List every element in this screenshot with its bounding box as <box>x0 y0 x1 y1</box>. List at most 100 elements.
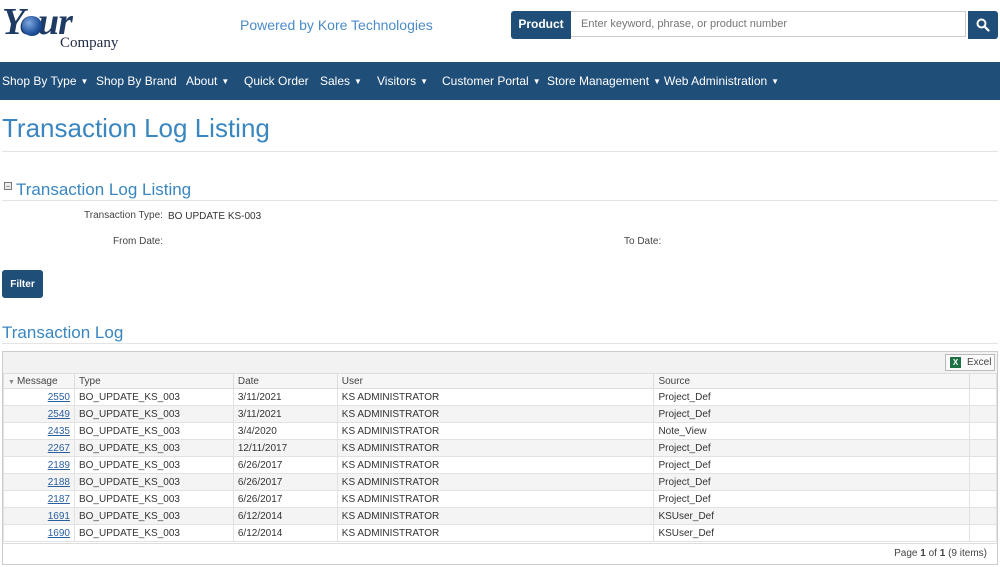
divider <box>3 543 997 544</box>
message-link[interactable]: 2435 <box>48 426 70 437</box>
table-row: 2435 BO_UPDATE_KS_003 3/4/2020 KS ADMINISTR… <box>3 422 997 440</box>
cell-source: Project_Def <box>653 456 970 474</box>
cell-source: Project_Def <box>653 473 970 491</box>
grid-toolbar: X Excel <box>3 352 997 374</box>
chevron-down-icon: ▼ <box>80 76 89 86</box>
cell-type: BO_UPDATE_KS_003 <box>73 388 234 406</box>
column-header-type[interactable]: Type <box>73 373 234 389</box>
excel-export-button[interactable]: X Excel <box>945 354 995 371</box>
cell-message: 2187 <box>3 490 75 508</box>
collapse-toggle-icon[interactable]: − <box>4 182 12 191</box>
excel-label: Excel <box>967 357 992 368</box>
nav-shop-by-brand[interactable]: Shop By Brand <box>96 62 177 100</box>
cell-message: 2550 <box>3 388 75 406</box>
pager-of: of <box>928 548 937 559</box>
cell-message: 2267 <box>3 439 75 457</box>
cell-user: KS ADMINISTRATOR <box>336 524 655 542</box>
nav-label: Customer Portal <box>442 74 529 88</box>
chevron-down-icon: ▼ <box>221 76 230 86</box>
search-icon <box>976 18 990 32</box>
cell-date: 6/26/2017 <box>232 473 338 491</box>
column-header-message[interactable]: ▼ Message <box>3 373 75 389</box>
chevron-down-icon: ▼ <box>771 76 780 86</box>
cell-type: BO_UPDATE_KS_003 <box>73 439 234 457</box>
cell-date: 3/4/2020 <box>232 422 338 440</box>
nav-store-management[interactable]: Store Management ▼ <box>547 62 661 100</box>
column-header-date[interactable]: Date <box>232 373 338 389</box>
search-button[interactable] <box>968 11 998 39</box>
transaction-log-table: ▼ Message Type Date User Source 2550 BO_UP… <box>3 373 997 542</box>
nav-label: Shop By Type <box>2 74 77 88</box>
filter-section-title: Transaction Log Listing <box>16 180 192 199</box>
filter-button[interactable]: Filter <box>2 270 43 298</box>
column-header-source[interactable]: Source <box>653 373 970 389</box>
table-row: 2550 BO_UPDATE_KS_003 3/11/2021 KS ADMINIST… <box>3 388 997 406</box>
cell-user: KS ADMINISTRATOR <box>336 388 655 406</box>
nav-label: Store Management <box>547 74 650 88</box>
message-link[interactable]: 1691 <box>48 511 70 522</box>
nav-about[interactable]: About ▼ <box>186 62 229 100</box>
search-category-dropdown[interactable]: Product ▼ <box>511 11 571 55</box>
nav-label: Web Administration <box>664 74 768 88</box>
cell-user: KS ADMINISTRATOR <box>336 507 655 525</box>
cell-spacer <box>969 507 997 525</box>
company-logo[interactable]: Your Company <box>2 2 118 54</box>
cell-spacer <box>969 473 997 491</box>
nav-visitors[interactable]: Visitors ▼ <box>377 62 428 100</box>
logo-company-text: Company <box>60 35 119 51</box>
message-link[interactable]: 2549 <box>48 409 70 420</box>
pager-current-page: 1 <box>920 548 926 559</box>
pager-prefix: Page <box>894 548 918 559</box>
from-date-label: From Date: <box>113 236 164 247</box>
cell-date: 6/26/2017 <box>232 490 338 508</box>
pager-total-pages: 1 <box>939 548 946 559</box>
column-header-user[interactable]: User <box>336 373 655 389</box>
cell-spacer <box>969 490 997 508</box>
search-bar: Product ▼ <box>511 11 998 55</box>
nav-sales[interactable]: Sales ▼ <box>320 62 362 100</box>
chevron-down-icon: ▼ <box>539 45 547 55</box>
cell-spacer <box>969 439 997 457</box>
nav-web-administration[interactable]: Web Administration ▼ <box>664 62 779 100</box>
cell-type: BO_UPDATE_KS_003 <box>73 456 234 474</box>
cell-message: 2188 <box>3 473 75 491</box>
message-link[interactable]: 2188 <box>48 477 70 488</box>
chevron-down-icon: ▼ <box>532 76 541 86</box>
nav-shop-by-type[interactable]: Shop By Type ▼ <box>2 62 88 100</box>
message-link[interactable]: 2187 <box>48 494 70 505</box>
chevron-down-icon: ▼ <box>653 76 661 86</box>
column-header-spacer <box>969 373 997 389</box>
table-header-row: ▼ Message Type Date User Source <box>3 373 997 389</box>
table-row: 2187 BO_UPDATE_KS_003 6/26/2017 KS ADMINIST… <box>3 490 997 508</box>
nav-customer-portal[interactable]: Customer Portal ▼ <box>442 62 541 100</box>
cell-message: 2549 <box>3 405 75 423</box>
message-link[interactable]: 2267 <box>48 443 70 454</box>
search-input[interactable] <box>571 11 966 37</box>
cell-spacer <box>969 388 997 406</box>
nav-quick-order[interactable]: Quick Order <box>244 62 309 100</box>
table-row: 2267 BO_UPDATE_KS_003 12/11/2017 KS ADMINIS… <box>3 439 997 457</box>
table-row: 2549 BO_UPDATE_KS_003 3/11/2021 KS ADMINIST… <box>3 405 997 423</box>
to-date-label: To Date: <box>624 236 662 247</box>
cell-date: 6/26/2017 <box>232 456 338 474</box>
excel-icon: X <box>950 357 961 368</box>
cell-date: 6/12/2014 <box>232 524 338 542</box>
nav-label: Sales <box>320 74 351 88</box>
table-row: 2188 BO_UPDATE_KS_003 6/26/2017 KS ADMINIST… <box>3 473 997 491</box>
message-link[interactable]: 1690 <box>48 528 70 539</box>
table-row: 2189 BO_UPDATE_KS_003 6/26/2017 KS ADMINIST… <box>3 456 997 474</box>
cell-date: 6/12/2014 <box>232 507 338 525</box>
cell-source: KSUser_Def <box>653 507 970 525</box>
cell-type: BO_UPDATE_KS_003 <box>73 473 234 491</box>
nav-label: About <box>186 74 218 88</box>
cell-source: Note_View <box>653 422 970 440</box>
divider <box>2 200 998 201</box>
message-link[interactable]: 2189 <box>48 460 70 471</box>
cell-source: Project_Def <box>653 490 970 508</box>
nav-label: Shop By Brand <box>96 74 177 88</box>
nav-label: Visitors <box>377 74 417 88</box>
cell-spacer <box>969 524 997 542</box>
pager-item-count: (9 items) <box>948 548 987 559</box>
message-link[interactable]: 2550 <box>48 392 70 403</box>
transaction-log-grid: X Excel ▼ Message Type Date User Source 2… <box>2 351 998 565</box>
